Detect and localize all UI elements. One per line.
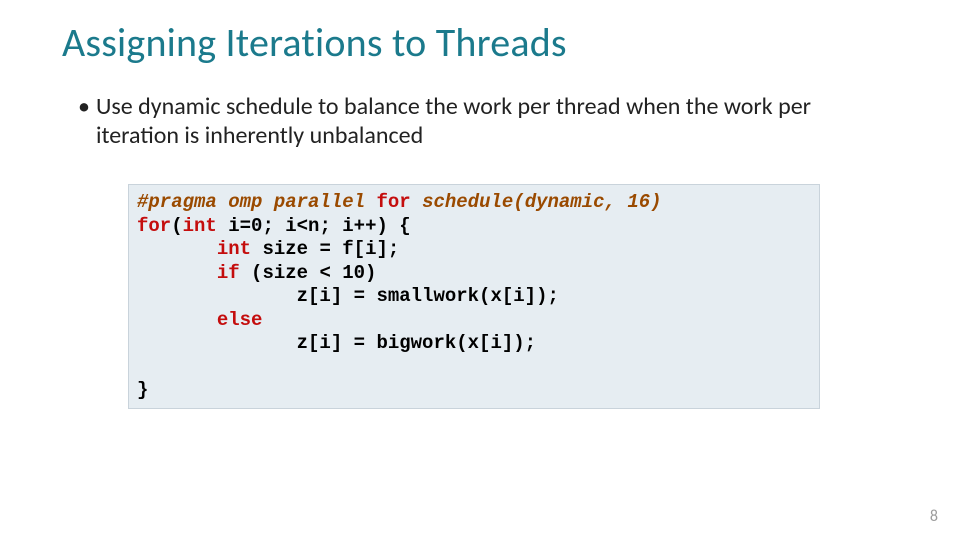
slide: Assigning Iterations to Threads • Use dy… — [0, 0, 960, 540]
code-keyword-else: else — [217, 309, 263, 331]
code-text: i=0; i<n; i++) { — [217, 215, 411, 237]
code-text: (size < 10) — [240, 262, 377, 284]
code-indent — [137, 309, 217, 331]
code-keyword-int: int — [183, 215, 217, 237]
code-block: #pragma omp parallel for schedule(dynami… — [128, 184, 820, 409]
code-keyword-for: for — [137, 215, 171, 237]
bullet-text: Use dynamic schedule to balance the work… — [96, 92, 898, 151]
code-pragma: , 16) — [605, 191, 662, 213]
code-pragma: #pragma omp parallel — [137, 191, 376, 213]
code-text: z[i] = bigwork(x[i]); — [137, 332, 536, 354]
bullet-block: • Use dynamic schedule to balance the wo… — [78, 92, 898, 151]
bullet-marker: • — [78, 92, 96, 151]
code-text: ( — [171, 215, 182, 237]
code-keyword-int: int — [217, 238, 251, 260]
code-text: } — [137, 379, 148, 401]
code-text: size = f[i]; — [251, 238, 399, 260]
code-indent — [137, 238, 217, 260]
code-indent — [137, 262, 217, 284]
code-text: z[i] = smallwork(x[i]); — [137, 285, 559, 307]
slide-number: 8 — [930, 507, 938, 526]
code-pragma: schedule(dynamic — [411, 191, 605, 213]
code-keyword-if: if — [217, 262, 240, 284]
bullet-item: • Use dynamic schedule to balance the wo… — [78, 92, 898, 151]
page-title: Assigning Iterations to Threads — [62, 18, 567, 67]
code-keyword-for: for — [376, 191, 410, 213]
